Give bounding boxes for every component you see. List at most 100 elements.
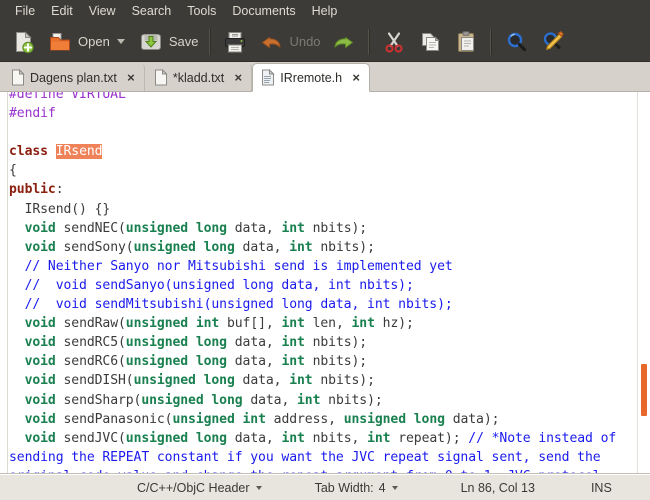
code-token: // Neither Sanyo nor Mitsubishi send is …	[9, 259, 453, 274]
tab-kladd[interactable]: *kladd.txt ×	[145, 63, 252, 91]
code-token: nbits);	[313, 240, 375, 255]
cut-button[interactable]	[376, 25, 412, 59]
code-token: // void sendSanyo(unsigned long data, in…	[9, 278, 414, 293]
menu-tools[interactable]: Tools	[179, 0, 224, 22]
code-token: unsigned long	[141, 393, 242, 408]
code-token: unsigned int	[126, 316, 219, 331]
toolbar-separator-1	[209, 29, 211, 55]
menu-help[interactable]: Help	[304, 0, 346, 22]
code-line: // Neither Sanyo nor Mitsubishi send is …	[9, 257, 638, 276]
chevron-down-icon[interactable]	[256, 486, 262, 490]
code-token: int	[281, 354, 304, 369]
open-folder-icon	[47, 29, 73, 55]
code-token: void	[25, 240, 56, 255]
code-token: nbits);	[320, 393, 382, 408]
tab-close-icon[interactable]: ×	[125, 71, 137, 84]
code-token: unsigned long	[126, 335, 227, 350]
code-token: sendPanasonic(	[56, 412, 173, 427]
code-line: // void sendSanyo(unsigned long data, in…	[9, 276, 638, 295]
code-token: sendRaw(	[56, 316, 126, 331]
chevron-down-icon[interactable]	[117, 39, 125, 44]
text-file-icon	[11, 69, 25, 86]
vertical-scrollbar-thumb[interactable]	[641, 364, 647, 416]
code-token: hz);	[375, 316, 414, 331]
open-button[interactable]: Open	[42, 25, 133, 59]
code-token: data,	[235, 373, 289, 388]
code-token: unsigned long	[126, 431, 227, 446]
code-token: data,	[227, 221, 281, 236]
menu-documents[interactable]: Documents	[224, 0, 303, 22]
copy-button[interactable]	[412, 25, 448, 59]
scissors-icon	[381, 29, 407, 55]
language-selector[interactable]: C/C++/ObjC Header	[137, 481, 262, 495]
code-token: {	[9, 163, 17, 178]
paste-button[interactable]	[448, 25, 484, 59]
code-token	[9, 221, 25, 236]
replace-button[interactable]	[534, 25, 570, 59]
open-button-label: Open	[78, 34, 110, 49]
code-token: data,	[227, 431, 281, 446]
code-token: unsigned long	[134, 240, 235, 255]
code-token	[9, 354, 25, 369]
copy-pages-icon	[417, 29, 443, 55]
code-token: int	[281, 221, 304, 236]
new-document-button[interactable]	[6, 25, 42, 59]
code-token: unsigned long	[344, 412, 445, 427]
menu-file[interactable]: File	[7, 0, 43, 22]
magnifier-icon	[503, 29, 529, 55]
code-line: void sendSharp(unsigned long data, int n…	[9, 391, 638, 410]
editor-area[interactable]: #define VIRTUAL#endifclass IRsend{public…	[0, 92, 650, 474]
insert-mode-indicator: INS	[591, 481, 612, 495]
code-token	[9, 316, 25, 331]
text-file-icon	[154, 69, 168, 86]
selected-token: IRsend	[56, 144, 103, 159]
code-line: void sendRC5(unsigned long data, int nbi…	[9, 333, 638, 352]
chevron-down-icon[interactable]	[392, 486, 398, 490]
tab-close-icon[interactable]: ×	[350, 71, 362, 84]
find-button[interactable]	[498, 25, 534, 59]
redo-button[interactable]	[326, 25, 362, 59]
code-token: void	[25, 393, 56, 408]
code-token: public	[9, 182, 56, 197]
gedit-window: File Edit View Search Tools Documents He…	[0, 0, 650, 500]
toolbar: Open Save	[0, 22, 650, 62]
code-token: sendNEC(	[56, 221, 126, 236]
menu-search[interactable]: Search	[124, 0, 180, 22]
print-button[interactable]	[217, 25, 253, 59]
code-token	[9, 431, 25, 446]
tab-label: Dagens plan.txt	[30, 71, 117, 85]
undo-button-label: Undo	[289, 34, 320, 49]
clipboard-icon	[453, 29, 479, 55]
redo-arrow-icon	[331, 29, 357, 55]
menu-view[interactable]: View	[81, 0, 124, 22]
save-button[interactable]: Save	[133, 25, 204, 59]
code-token: unsigned int	[172, 412, 265, 427]
code-text[interactable]: #define VIRTUAL#endifclass IRsend{public…	[9, 92, 638, 474]
code-token: int	[297, 393, 320, 408]
tab-width-value: 4	[379, 481, 386, 495]
code-line: #define VIRTUAL	[9, 92, 638, 104]
tab-close-icon[interactable]: ×	[232, 71, 244, 84]
code-token: #define VIRTUAL	[9, 92, 126, 102]
new-document-icon	[11, 29, 37, 55]
code-token: sendDISH(	[56, 373, 134, 388]
code-token: int	[281, 316, 304, 331]
code-line: class IRsend	[9, 142, 638, 161]
tab-irremote[interactable]: IRremote.h ×	[252, 63, 370, 92]
vertical-scrollbar-track[interactable]	[637, 92, 650, 473]
code-token: // void sendMitsubishi(unsigned long dat…	[9, 297, 453, 312]
undo-button[interactable]: Undo	[253, 25, 325, 59]
code-token: unsigned long	[126, 354, 227, 369]
insert-mode-label: INS	[591, 481, 612, 495]
tab-dagens-plan[interactable]: Dagens plan.txt ×	[2, 63, 145, 91]
code-token: buf[],	[219, 316, 281, 331]
menu-edit[interactable]: Edit	[43, 0, 81, 22]
tab-label: IRremote.h	[280, 71, 342, 85]
code-token: void	[25, 354, 56, 369]
code-token: sendSony(	[56, 240, 134, 255]
code-token: int	[289, 373, 312, 388]
code-token: void	[25, 412, 56, 427]
tab-width-selector[interactable]: Tab Width: 4	[315, 481, 398, 495]
code-line: void sendPanasonic(unsigned int address,…	[9, 410, 638, 429]
code-token: int	[367, 431, 390, 446]
